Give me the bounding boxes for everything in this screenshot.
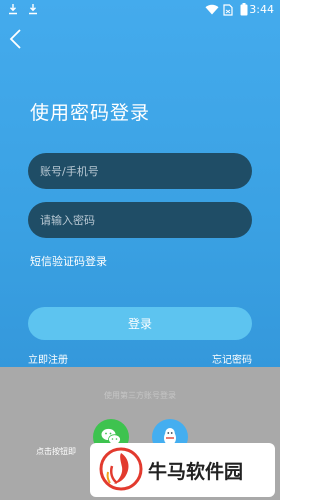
forgot-password-link[interactable]: 忘记密码 [212,351,252,366]
login-screen: 3:44 使用密码登录 短信验证码登录 登录 立即注册 忘记密码 使用第三方账号… [0,0,280,500]
watermark-text: 牛马软件园 [148,461,244,483]
login-button[interactable]: 登录 [28,307,252,340]
download-icon [9,4,17,15]
password-input[interactable] [28,202,252,238]
wifi-icon [205,4,219,15]
status-time: 3:44 [249,3,274,16]
account-input[interactable] [28,153,252,189]
battery-icon [240,3,248,16]
niuma-logo-icon [99,447,143,491]
agreement-text: 点击按钮即 [36,447,76,456]
sms-login-link[interactable]: 短信验证码登录 [30,253,107,269]
back-arrow-icon[interactable] [6,28,26,50]
third-party-caption: 使用第三方账号登录 [104,391,176,400]
sim-card-icon [223,4,233,16]
status-bar: 3:44 [0,0,280,20]
download-icon [29,4,37,15]
register-link[interactable]: 立即注册 [28,351,68,366]
page-title: 使用密码登录 [30,102,151,124]
watermark-badge: 牛马软件园 [90,443,275,497]
